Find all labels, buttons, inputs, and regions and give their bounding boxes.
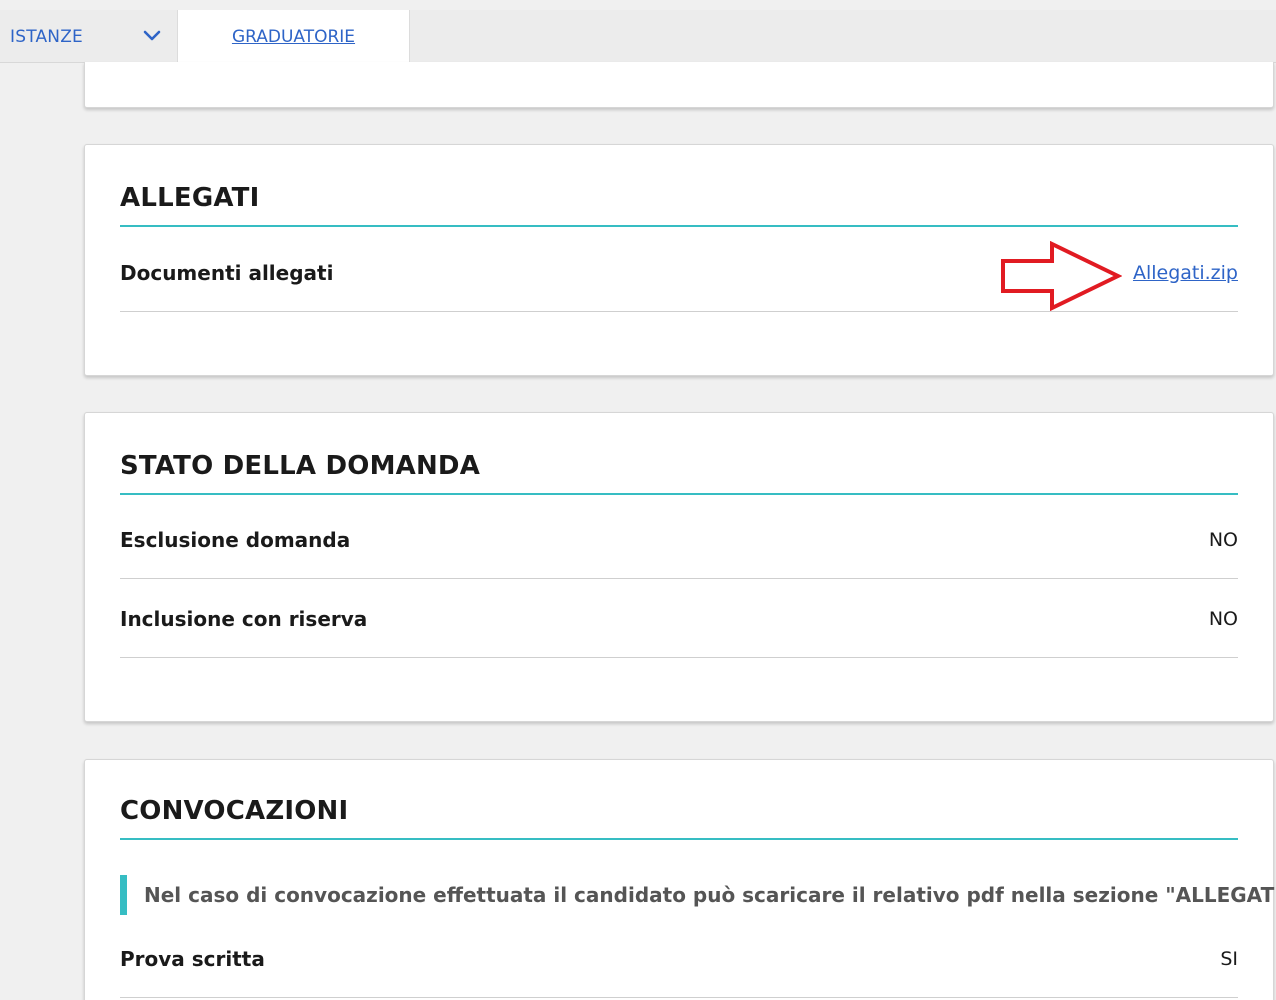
inclusione-row: Inclusione con riserva NO	[120, 580, 1238, 658]
documenti-allegati-label: Documenti allegati	[120, 260, 334, 285]
prova-scritta-row: Prova scritta SI	[120, 920, 1238, 998]
esclusione-domanda-value: NO	[1208, 528, 1238, 551]
nav-graduatorie-tab[interactable]: GRADUATORIE	[177, 10, 410, 64]
previous-card	[84, 62, 1274, 108]
prova-scritta-label: Prova scritta	[120, 946, 265, 971]
convocazioni-card: CONVOCAZIONI Nel caso di convocazione ef…	[84, 759, 1276, 1000]
allegati-title: ALLEGATI	[120, 183, 1238, 227]
prova-scritta-value: SI	[1220, 947, 1238, 970]
nav-istanze-label: ISTANZE	[10, 26, 84, 47]
chevron-down-icon	[143, 30, 161, 41]
allegati-zip-link[interactable]: Allegati.zip	[1133, 262, 1238, 284]
esclusione-domanda-label: Esclusione domanda	[120, 527, 351, 552]
stato-domanda-card: STATO DELLA DOMANDA Esclusione domanda N…	[84, 412, 1274, 722]
convocazioni-note-text: Nel caso di convocazione effettuata il c…	[144, 883, 1276, 907]
esclusione-row: Esclusione domanda NO	[120, 501, 1238, 579]
convocazioni-title: CONVOCAZIONI	[120, 796, 1238, 840]
inclusione-riserva-label: Inclusione con riserva	[120, 606, 368, 631]
note-accent-bar	[120, 875, 127, 915]
top-navigation: ISTANZE GRADUATORIE	[0, 10, 1276, 64]
convocazioni-note: Nel caso di convocazione effettuata il c…	[120, 874, 1276, 916]
nav-istanze-dropdown[interactable]: ISTANZE	[0, 10, 176, 63]
allegati-card: ALLEGATI Documenti allegati Allegati.zip	[84, 144, 1274, 376]
stato-domanda-title: STATO DELLA DOMANDA	[120, 451, 1238, 495]
red-arrow-icon	[1001, 241, 1122, 311]
inclusione-riserva-value: NO	[1208, 607, 1238, 630]
